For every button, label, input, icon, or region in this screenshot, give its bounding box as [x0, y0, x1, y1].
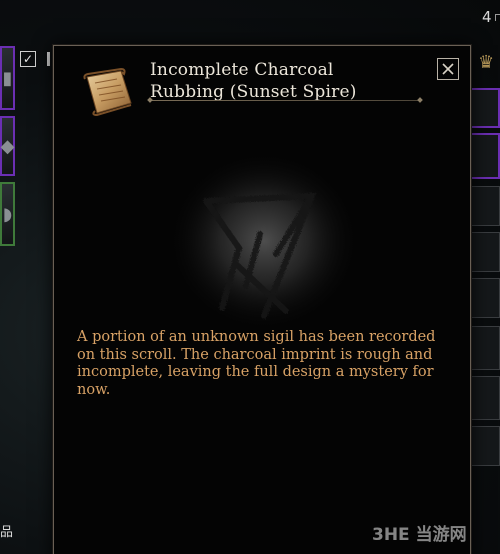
inventory-slot[interactable]: ◗ — [0, 182, 15, 246]
filter-label-fragment — [47, 52, 50, 66]
stack-count: 4 — [482, 8, 492, 26]
charcoal-sigil-image — [166, 149, 362, 333]
item-tooltip-panel: Incomplete Charcoal Rubbing (Sunset Spir… — [53, 45, 471, 554]
close-icon — [442, 63, 454, 75]
game-inventory-screen: ▮ ◆ ◗ ✓ 品 4 ♛ Incomplete Charcoal Rubbin… — [0, 0, 500, 554]
inventory-slot[interactable] — [470, 326, 500, 370]
inventory-slot[interactable] — [470, 426, 500, 466]
inventory-slot[interactable] — [470, 186, 500, 226]
inventory-slot[interactable] — [470, 278, 500, 318]
inventory-slot[interactable] — [470, 376, 500, 420]
item-thumbnail-icon: ◗ — [2, 203, 13, 225]
inventory-slot[interactable] — [470, 88, 500, 128]
checkmark-icon: ✓ — [22, 52, 34, 66]
item-thumbnail-icon: ◆ — [0, 135, 15, 157]
faction-crest-icon: ♛ — [478, 52, 495, 73]
close-button[interactable] — [437, 58, 459, 80]
inventory-slot[interactable]: ◆ — [0, 116, 15, 176]
parchment-scroll-icon — [83, 67, 132, 117]
watermark-logo: 3HE 当游网 — [372, 525, 467, 545]
left-inventory-column: ▮ ◆ ◗ ✓ 品 — [0, 0, 54, 554]
item-title: Incomplete Charcoal Rubbing (Sunset Spir… — [150, 59, 440, 103]
inventory-slot[interactable] — [470, 232, 500, 272]
inventory-slot[interactable]: ▮ — [0, 46, 15, 110]
category-label: 品 — [0, 525, 14, 540]
count-corner-icon — [495, 14, 500, 21]
inventory-slot[interactable] — [470, 133, 500, 179]
filter-checkbox[interactable]: ✓ — [20, 51, 36, 67]
title-divider — [150, 100, 420, 101]
item-thumbnail-icon: ▮ — [2, 67, 13, 89]
item-description: A portion of an unknown sigil has been r… — [77, 329, 436, 398]
item-title-line1: Incomplete Charcoal — [150, 60, 334, 80]
